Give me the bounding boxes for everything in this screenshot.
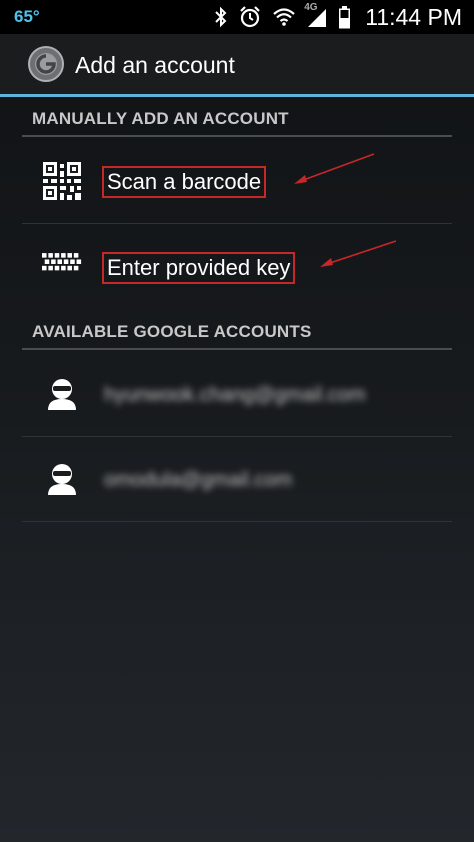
qr-code-icon <box>42 161 82 201</box>
section-header-manual: MANUALLY ADD AN ACCOUNT <box>32 109 289 128</box>
person-icon <box>42 459 82 499</box>
bluetooth-icon <box>214 6 228 28</box>
keyboard-icon <box>42 244 82 284</box>
annotation-arrow <box>294 153 375 184</box>
alarm-icon <box>238 5 262 29</box>
temperature-indicator: 65° <box>14 7 40 26</box>
signal-icon: 4G <box>304 2 328 28</box>
status-icons: 4G 11:44 PM <box>214 2 462 30</box>
scan-barcode-item[interactable]: Scan a barcode <box>0 139 474 223</box>
battery-icon <box>338 5 351 29</box>
page-title: Add an account <box>75 52 235 78</box>
section-divider <box>22 348 452 350</box>
account-item[interactable]: omodula@gmail.com <box>0 437 474 521</box>
enter-key-item[interactable]: Enter provided key <box>0 224 474 308</box>
action-bar <box>0 34 474 94</box>
status-bar: 65° 4G 11:44 PM <box>0 0 474 34</box>
row-divider <box>22 521 452 522</box>
clock: 11:44 PM <box>365 3 462 30</box>
account-email: hyunwook.chang@gmail.com <box>104 384 366 406</box>
annotation-arrow <box>320 240 397 267</box>
wifi-icon <box>272 7 296 27</box>
section-divider <box>22 135 452 137</box>
network-type-label: 4G <box>304 2 318 13</box>
person-icon <box>42 374 82 414</box>
scan-barcode-label: Scan a barcode <box>102 166 267 198</box>
action-bar-divider <box>0 94 474 97</box>
enter-key-label: Enter provided key <box>102 252 296 284</box>
authenticator-icon[interactable] <box>27 45 65 83</box>
section-header-google: AVAILABLE GOOGLE ACCOUNTS <box>32 322 312 341</box>
account-email: omodula@gmail.com <box>104 469 293 491</box>
account-item[interactable]: hyunwook.chang@gmail.com <box>0 352 474 436</box>
